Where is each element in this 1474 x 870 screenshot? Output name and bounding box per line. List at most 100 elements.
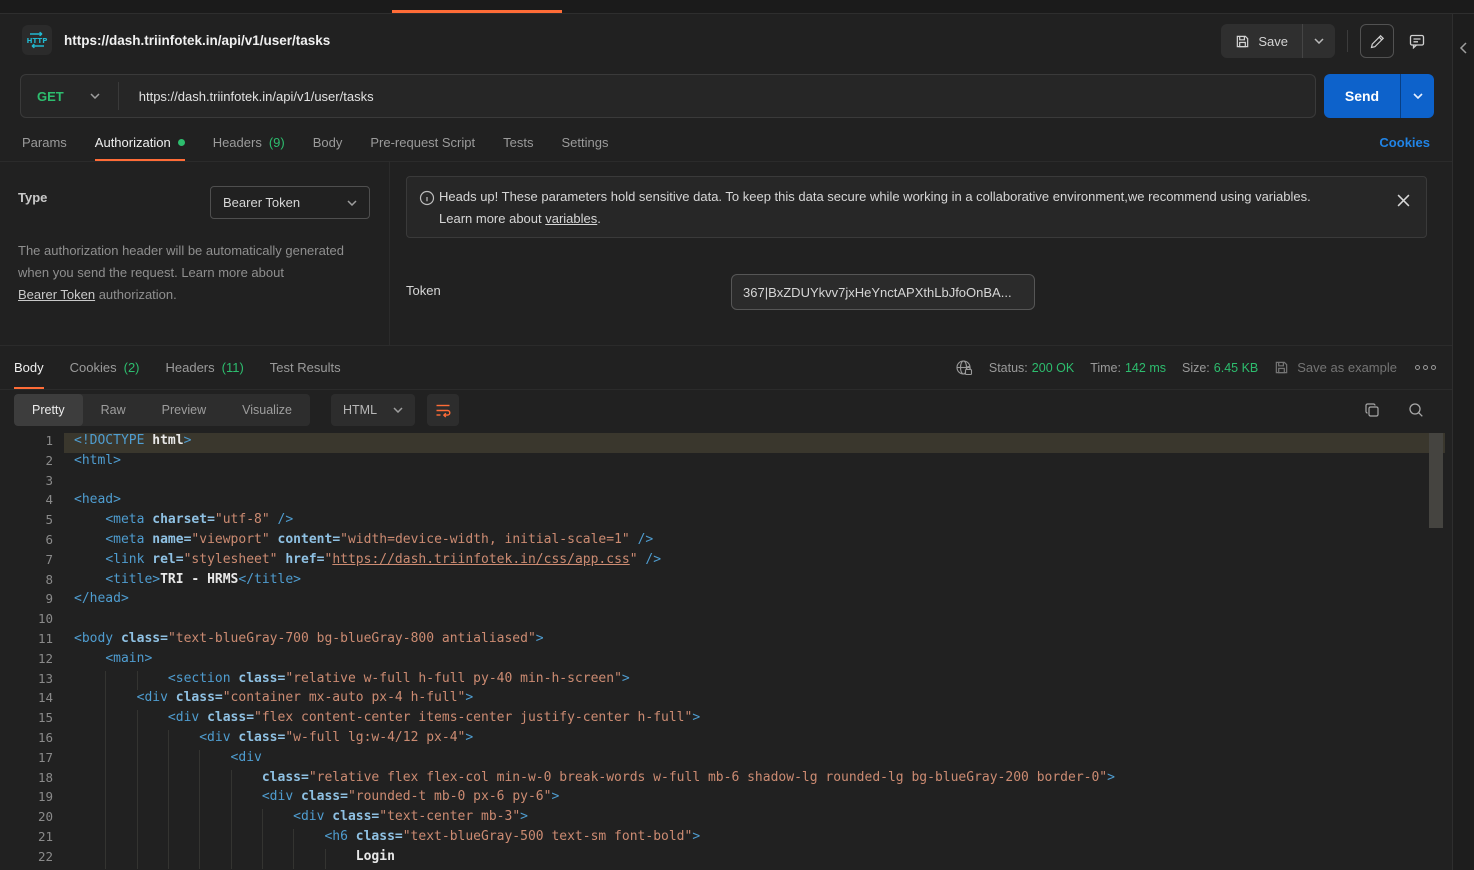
status-label: Status: [989,361,1028,375]
size-label: Size: [1182,361,1210,375]
method-select[interactable]: GET [21,89,118,104]
tab-cookies[interactable]: Cookies(2) [70,346,140,389]
code-line-4[interactable]: <head> [64,492,1445,512]
save-button[interactable]: Save [1221,24,1302,58]
tab-authorization[interactable]: Authorization [95,124,185,161]
code-line-10[interactable] [64,611,1445,631]
code-line-3[interactable] [64,473,1445,493]
banner-line2-suffix: . [597,211,601,226]
tab-params[interactable]: Params [22,124,67,161]
info-icon [419,190,435,206]
code-line-19[interactable]: <div class="rounded-t mb-0 px-6 py-6"> [64,789,1445,809]
viewer-toolbar: PrettyRawPreviewVisualize HTML [0,390,1452,430]
copy-response-button[interactable] [1364,402,1380,418]
auth-desc-line1: The authorization header will be automat… [18,243,344,258]
url-input[interactable] [119,89,1315,104]
response-meta: Status: 200 OK Time: 142 ms Size: 6.45 KB S… [955,346,1438,389]
bearer-token-link[interactable]: Bearer Token [18,287,95,302]
code-line-15[interactable]: <div class="flex content-center items-ce… [64,710,1445,730]
chevron-down-icon [393,407,403,413]
tab-body[interactable]: Body [313,124,343,161]
tab-pre-request-script[interactable]: Pre-request Script [370,124,475,161]
code-line-22[interactable]: Login [64,849,1445,869]
variables-link[interactable]: variables [545,211,597,226]
editor-scrollbar[interactable] [1429,433,1443,528]
code-line-14[interactable]: <div class="container mx-auto px-4 h-ful… [64,690,1445,710]
request-header-row: HTTP https://dash.triinfotek.in/api/v1/u… [0,14,1452,66]
chevron-down-icon [347,200,357,206]
close-icon [1397,194,1410,207]
comments-button[interactable] [1400,24,1434,58]
auth-desc-suffix: authorization. [95,287,177,302]
view-mode-visualize[interactable]: Visualize [224,394,310,426]
code-line-6[interactable]: <meta name="viewport" content="width=dev… [64,532,1445,552]
banner-close-button[interactable] [1394,191,1412,209]
response-tabs: Body Cookies(2) Headers(11) Test Results [0,346,341,389]
app-window: HTTP https://dash.triinfotek.in/api/v1/u… [0,0,1474,870]
tab-headers[interactable]: Headers(9) [213,124,285,161]
tab-settings[interactable]: Settings [561,124,608,161]
view-mode-pretty[interactable]: Pretty [14,394,83,426]
network-globe-icon[interactable] [955,359,973,377]
size-value: 6.45 KB [1214,361,1258,375]
code-line-11[interactable]: <body class="text-blueGray-700 bg-blueGr… [64,631,1445,651]
code-line-9[interactable]: </head> [64,591,1445,611]
request-tabs-row: Params Authorization Headers(9) Body Pre-req… [0,124,1452,162]
chevron-down-icon [1314,38,1324,44]
auth-type-value: Bearer Token [223,195,300,210]
banner-line2-prefix: Learn more about [439,211,545,226]
cookies-link[interactable]: Cookies [1379,124,1430,161]
tab-headers[interactable]: Headers(11) [166,346,244,389]
code-line-8[interactable]: <title>TRI - HRMS</title> [64,572,1445,592]
authorization-panel: Type Bearer Token The authorization head… [0,162,1452,346]
url-box: GET [20,74,1316,118]
time-badge: Time: 142 ms [1090,361,1166,375]
wrap-lines-button[interactable] [427,394,459,426]
code-line-20[interactable]: <div class="text-center mb-3"> [64,809,1445,829]
banner-text: Heads up! These parameters hold sensitiv… [439,186,1379,230]
save-as-example-button[interactable]: Save as example [1274,360,1397,375]
chevron-left-icon [1459,42,1468,54]
code-line-12[interactable]: <main> [64,651,1445,671]
chevron-down-icon [90,93,100,99]
auth-desc-line2: when you send the request. Learn more ab… [18,265,284,280]
more-options-icon[interactable] [1413,365,1438,370]
time-label: Time: [1090,361,1121,375]
view-mode-segmented: PrettyRawPreviewVisualize [14,394,310,426]
code-line-17[interactable]: <div [64,750,1445,770]
search-response-button[interactable] [1408,402,1424,418]
view-mode-raw[interactable]: Raw [83,394,144,426]
tab-test-results[interactable]: Test Results [270,346,341,389]
gutter: 12345678910111213141516171819202122 [0,433,53,869]
code-line-18[interactable]: class="relative flex flex-col min-w-0 br… [64,770,1445,790]
unsaved-changes-dot [178,139,185,146]
code-line-16[interactable]: <div class="w-full lg:w-4/12 px-4"> [64,730,1445,750]
collapse-panel-button[interactable] [1459,42,1468,54]
token-input[interactable] [731,274,1035,310]
code-line-7[interactable]: <link rel="stylesheet" href="https://das… [64,552,1445,572]
save-options-button[interactable] [1302,24,1335,58]
code-line-13[interactable]: <section class="relative w-full h-full p… [64,671,1445,691]
save-button-group: Save [1221,24,1335,58]
header-separator [1347,30,1348,52]
send-button[interactable]: Send [1324,74,1400,118]
edit-request-button[interactable] [1360,24,1394,58]
tab-body[interactable]: Body [14,346,44,389]
code-line-1[interactable]: <!DOCTYPE html> [64,433,1445,453]
format-select[interactable]: HTML [331,394,415,426]
view-mode-preview[interactable]: Preview [144,394,224,426]
save-as-example-label: Save as example [1297,360,1397,375]
response-body-editor[interactable]: 12345678910111213141516171819202122 <!DO… [0,430,1452,870]
status-value: 200 OK [1032,361,1074,375]
request-title: https://dash.triinfotek.in/api/v1/user/t… [64,33,330,48]
code-line-21[interactable]: <h6 class="text-blueGray-500 text-sm fon… [64,829,1445,849]
http-request-icon: HTTP [22,25,52,55]
code-line-2[interactable]: <html> [64,453,1445,473]
right-sidebar-rail [1452,14,1474,870]
code-line-5[interactable]: <meta charset="utf-8" /> [64,512,1445,532]
send-options-button[interactable] [1400,74,1434,118]
save-button-label: Save [1258,34,1288,49]
tab-tests[interactable]: Tests [503,124,533,161]
auth-type-select[interactable]: Bearer Token [210,186,370,219]
time-value: 142 ms [1125,361,1166,375]
